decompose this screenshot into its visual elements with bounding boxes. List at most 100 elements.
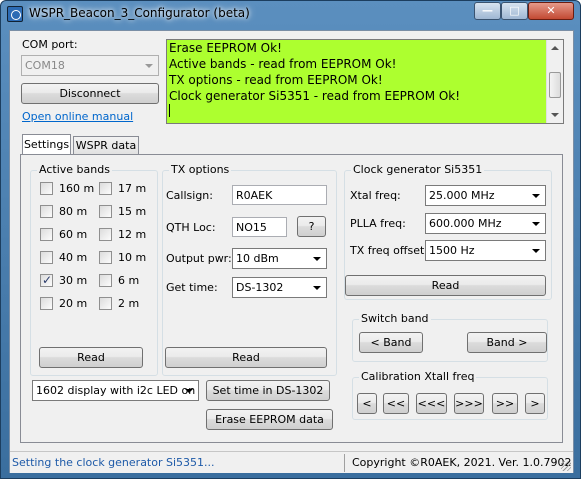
clock-generator-title: Clock generator Si5351: [351, 163, 485, 176]
output-power-select[interactable]: 10 dBm: [232, 248, 327, 269]
clock-read-button[interactable]: Read: [345, 275, 546, 296]
com-port-value: COM18: [25, 59, 65, 72]
calib-up-large-button[interactable]: >>>: [454, 393, 484, 414]
calibration-group: Calibration Xtall freq < << <<< >>> >> >: [352, 370, 548, 420]
status-bar: Setting the clock generator Si5351... Co…: [10, 451, 573, 473]
band-label: 17 m: [118, 182, 147, 195]
next-band-button[interactable]: Band >: [467, 332, 547, 353]
band-60m-checkbox[interactable]: [40, 228, 53, 241]
band-label: 12 m: [118, 228, 147, 241]
plla-freq-value: 600.000 MHz: [429, 217, 502, 230]
log-line: TX options - read from EEPROM Ok!: [169, 73, 383, 87]
title-bar[interactable]: WSPR_Beacon_3_Configurator (beta) — □ ✕: [1, 1, 580, 27]
xtal-freq-value: 25.000 MHz: [429, 189, 495, 202]
tx-offset-select[interactable]: 1500 Hz: [425, 240, 546, 261]
resize-grip-icon[interactable]: [561, 461, 571, 471]
maximize-button[interactable]: □: [501, 2, 528, 20]
copyright-text: Copyright ©R0AEK, 2021. Ver. 1.0.7902: [352, 456, 572, 469]
band-160m-checkbox[interactable]: [40, 182, 53, 195]
display-type-value: 1602 display with i2c LED on: [36, 384, 196, 397]
band-15m-checkbox[interactable]: [99, 205, 112, 218]
switch-band-title: Switch band: [359, 312, 431, 325]
calibration-title: Calibration Xtall freq: [359, 370, 477, 383]
get-time-select[interactable]: DS-1302: [232, 277, 327, 298]
tx-offset-value: 1500 Hz: [429, 244, 475, 257]
chevron-down-icon: [313, 286, 321, 290]
callsign-field[interactable]: R0AEK: [232, 185, 327, 205]
band-label: 40 m: [59, 251, 88, 264]
chevron-down-icon: [185, 389, 193, 393]
band-17m-checkbox[interactable]: [99, 182, 112, 195]
plla-freq-select[interactable]: 600.000 MHz: [425, 213, 546, 234]
callsign-value: R0AEK: [236, 189, 273, 202]
calib-up-medium-button[interactable]: >>: [492, 393, 518, 414]
erase-eeprom-button[interactable]: Erase EEPROM data: [206, 409, 333, 430]
output-power-label: Output pwr:: [166, 252, 232, 265]
log-textbox[interactable]: Erase EEPROM Ok! Active bands - read fro…: [166, 39, 564, 124]
band-label: 15 m: [118, 205, 147, 218]
window-title: WSPR_Beacon_3_Configurator (beta): [29, 6, 250, 20]
band-30m-checkbox[interactable]: [40, 273, 53, 287]
disconnect-button[interactable]: Disconnect: [21, 83, 159, 104]
qth-help-button[interactable]: ?: [297, 216, 326, 237]
band-40m-checkbox[interactable]: [40, 251, 53, 264]
chevron-down-icon: [145, 64, 153, 68]
log-scrollbar[interactable]: [546, 40, 563, 123]
minimize-button[interactable]: —: [474, 2, 501, 20]
calib-up-small-button[interactable]: >: [525, 393, 545, 414]
qth-field[interactable]: NO15: [232, 217, 287, 237]
tx-options-group: TX options Callsign: R0AEK QTH Loc: NO15…: [162, 163, 337, 376]
com-port-label: COM port:: [22, 38, 78, 51]
chevron-down-icon: [532, 249, 540, 253]
calib-down-large-button[interactable]: <<<: [416, 393, 447, 414]
chevron-down-icon: [532, 222, 540, 226]
bands-read-button[interactable]: Read: [39, 347, 143, 368]
callsign-label: Callsign:: [166, 189, 213, 202]
band-6m-checkbox[interactable]: [99, 274, 112, 287]
text-cursor: [167, 104, 563, 120]
scroll-down-arrow-icon[interactable]: [551, 113, 559, 117]
tx-options-title: TX options: [169, 163, 232, 176]
log-line: Erase EEPROM Ok!: [169, 41, 282, 55]
tx-read-button[interactable]: Read: [165, 347, 327, 368]
band-label: 10 m: [118, 251, 147, 264]
band-12m-checkbox[interactable]: [99, 228, 112, 241]
status-separator: [344, 454, 345, 472]
qth-value: NO15: [236, 221, 267, 234]
xtal-freq-select[interactable]: 25.000 MHz: [425, 185, 546, 206]
band-20m-checkbox[interactable]: [40, 297, 53, 310]
output-power-value: 10 dBm: [236, 252, 279, 265]
tab-wspr-data[interactable]: WSPR data: [73, 136, 139, 155]
display-type-select[interactable]: 1602 display with i2c LED on: [32, 380, 199, 401]
client-area: COM port: COM18 Disconnect Open online m…: [9, 30, 574, 473]
get-time-label: Get time:: [166, 281, 218, 294]
plla-freq-label: PLLA freq:: [350, 217, 406, 230]
band-label: 20 m: [59, 297, 88, 310]
calib-down-small-button[interactable]: <: [357, 393, 377, 414]
app-window: WSPR_Beacon_3_Configurator (beta) — □ ✕ …: [0, 0, 581, 479]
active-bands-title: Active bands: [37, 163, 112, 176]
com-port-select[interactable]: COM18: [21, 55, 159, 76]
settings-panel: Active bands 160 m 80 m 60 m 40 m 30 m 2…: [20, 154, 563, 443]
online-manual-link[interactable]: Open online manual: [22, 110, 133, 123]
tab-settings[interactable]: Settings: [22, 134, 71, 155]
app-icon: [7, 6, 23, 22]
calib-down-medium-button[interactable]: <<: [383, 393, 409, 414]
xtal-freq-label: Xtal freq:: [350, 189, 401, 202]
chevron-down-icon: [313, 257, 321, 261]
qth-label: QTH Loc:: [166, 221, 216, 234]
band-2m-checkbox[interactable]: [99, 297, 112, 310]
prev-band-button[interactable]: < Band: [359, 332, 423, 353]
log-line: Active bands - read from EEPROM Ok!: [169, 57, 397, 71]
band-10m-checkbox[interactable]: [99, 251, 112, 264]
band-label: 2 m: [118, 297, 140, 310]
set-time-button[interactable]: Set time in DS-1302: [206, 380, 330, 401]
switch-band-group: Switch band < Band Band >: [352, 312, 548, 362]
chevron-down-icon: [532, 194, 540, 198]
scroll-thumb[interactable]: [549, 72, 561, 98]
scroll-up-arrow-icon[interactable]: [551, 46, 559, 50]
band-label: 80 m: [59, 205, 88, 218]
band-80m-checkbox[interactable]: [40, 205, 53, 218]
close-button[interactable]: ✕: [528, 2, 574, 20]
band-label: 6 m: [118, 274, 140, 287]
